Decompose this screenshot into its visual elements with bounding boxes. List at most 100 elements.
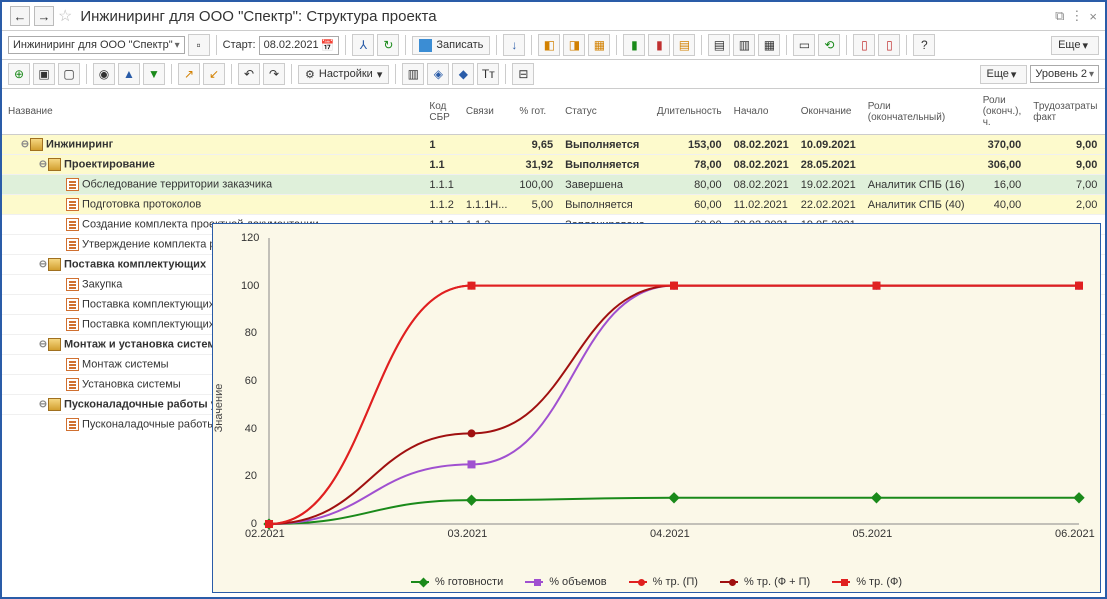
row-name: Пусконаладочные работы bbox=[82, 418, 215, 430]
options-icon[interactable]: ⋮ bbox=[1070, 8, 1083, 24]
list-icon[interactable]: ▤ bbox=[673, 34, 695, 56]
expand-toggle[interactable]: ⊖ bbox=[20, 139, 30, 150]
legend-item[interactable]: % тр. (П) bbox=[629, 576, 698, 588]
doc3-icon[interactable]: ▦ bbox=[758, 34, 780, 56]
col-end[interactable]: Окончание bbox=[795, 89, 862, 135]
task-icon bbox=[66, 318, 79, 331]
hierarchy-icon[interactable]: ⅄ bbox=[352, 34, 374, 56]
col-name[interactable]: Название bbox=[2, 89, 423, 135]
level-combo[interactable]: Уровень 2 ▾ bbox=[1030, 65, 1099, 83]
secondary-toolbar: ⊕ ▣ ▢ ◉ ▲ ▼ ↗ ↙ ↶ ↷ ⚙ Настройки ▾ ▥ ◈ ◆ … bbox=[2, 60, 1105, 89]
row-name: Инжиниринг bbox=[46, 138, 113, 150]
table-header-row: Название Код СБР Связи % гот. Статус Дли… bbox=[2, 89, 1107, 135]
gantt-icon[interactable]: ▭ bbox=[793, 34, 815, 56]
y-tick: 60 bbox=[241, 375, 257, 387]
legend-item[interactable]: % тр. (Ф + П) bbox=[720, 576, 810, 588]
col-roles-h[interactable]: Роли (оконч.), ч. bbox=[977, 89, 1028, 135]
legend-item[interactable]: % объемов bbox=[525, 576, 606, 588]
add-button[interactable]: ⊕ bbox=[8, 63, 30, 85]
chevron-down-icon: ▾ bbox=[175, 40, 180, 51]
floppy-icon bbox=[419, 39, 432, 52]
col-labor[interactable]: Трудозатраты факт bbox=[1027, 89, 1103, 135]
project-combo-value: Инжиниринг для ООО "Спектр" bbox=[13, 39, 173, 51]
pdf2-icon[interactable]: ▯ bbox=[878, 34, 900, 56]
table-row[interactable]: ⊖Инжиниринг19,65Выполняется153,0008.02.2… bbox=[2, 135, 1107, 155]
expand-toggle[interactable]: ⊖ bbox=[38, 159, 48, 170]
help-icon[interactable]: ? bbox=[913, 34, 935, 56]
close-icon[interactable]: × bbox=[1089, 9, 1097, 24]
refresh-icon[interactable]: ↻ bbox=[377, 34, 399, 56]
more-button[interactable]: Еще ▾ bbox=[1051, 36, 1099, 55]
link-icon[interactable]: ◉ bbox=[93, 63, 115, 85]
expand-toggle[interactable]: ⊖ bbox=[38, 259, 48, 270]
copy-icon[interactable]: ▢ bbox=[58, 63, 80, 85]
forward-button[interactable]: → bbox=[34, 6, 54, 26]
add-folder-icon[interactable]: ▣ bbox=[33, 63, 55, 85]
export-icon[interactable]: ↗ bbox=[178, 63, 200, 85]
pdf-icon[interactable]: ▯ bbox=[853, 34, 875, 56]
task-icon bbox=[66, 378, 79, 391]
page-title: Инжиниринг для ООО "Спектр": Структура п… bbox=[80, 8, 436, 25]
import-icon[interactable]: ↙ bbox=[203, 63, 225, 85]
more-label: Еще bbox=[1058, 39, 1080, 51]
col-status[interactable]: Статус bbox=[559, 89, 651, 135]
y-tick: 120 bbox=[241, 232, 257, 244]
doc2-icon[interactable]: ▥ bbox=[733, 34, 755, 56]
flag-green-icon[interactable]: ▮ bbox=[623, 34, 645, 56]
more-button-2[interactable]: Еще ▾ bbox=[980, 65, 1028, 84]
main-toolbar: Инжиниринг для ООО "Спектр" ▾ ▫ Старт: 0… bbox=[2, 31, 1105, 60]
back-button[interactable]: ← bbox=[10, 6, 30, 26]
tree3-icon[interactable]: ▦ bbox=[588, 34, 610, 56]
redo-icon[interactable]: ↷ bbox=[263, 63, 285, 85]
proj-icon bbox=[30, 138, 43, 151]
table-row[interactable]: Подготовка протоколов1.1.21.1.1Н...5,00В… bbox=[2, 195, 1107, 215]
y-tick: 80 bbox=[241, 327, 257, 339]
task-icon bbox=[66, 278, 79, 291]
legend-item[interactable]: % готовности bbox=[411, 576, 503, 588]
gear-icon: ⚙ bbox=[305, 68, 315, 81]
save-button[interactable]: Записать bbox=[412, 36, 490, 55]
filter1-icon[interactable]: ▥ bbox=[402, 63, 424, 85]
undo-icon[interactable]: ↶ bbox=[238, 63, 260, 85]
tree1-icon[interactable]: ◧ bbox=[538, 34, 560, 56]
col-dur[interactable]: Длительность bbox=[651, 89, 728, 135]
task-icon bbox=[66, 178, 79, 191]
flag-red-icon[interactable]: ▮ bbox=[648, 34, 670, 56]
legend-label: % тр. (Ф + П) bbox=[744, 576, 810, 588]
legend-item[interactable]: % тр. (Ф) bbox=[832, 576, 902, 588]
table-row[interactable]: ⊖Проектирование1.131,92Выполняется78,000… bbox=[2, 155, 1107, 175]
down-arrow-icon[interactable]: ↓ bbox=[503, 34, 525, 56]
down-icon[interactable]: ▼ bbox=[143, 63, 165, 85]
col-start[interactable]: Начало bbox=[728, 89, 795, 135]
settings-button[interactable]: ⚙ Настройки ▾ bbox=[298, 65, 389, 84]
tree2-icon[interactable]: ◨ bbox=[563, 34, 585, 56]
text-icon[interactable]: Tт bbox=[477, 63, 499, 85]
col-roles-final[interactable]: Роли (окончательный) bbox=[862, 89, 977, 135]
row-name: Монтаж системы bbox=[82, 358, 169, 370]
more-label-2: Еще bbox=[987, 68, 1009, 80]
window-header: ← → ☆ Инжиниринг для ООО "Спектр": Струк… bbox=[2, 2, 1105, 31]
chevron-down-icon: ▾ bbox=[377, 68, 383, 81]
up-icon[interactable]: ▲ bbox=[118, 63, 140, 85]
open-button[interactable]: ▫ bbox=[188, 34, 210, 56]
col-optype[interactable]: Вид операц bbox=[1103, 89, 1107, 135]
expand-toggle[interactable]: ⊖ bbox=[38, 339, 48, 350]
favorite-icon[interactable]: ☆ bbox=[58, 6, 72, 26]
filter2-icon[interactable]: ◈ bbox=[427, 63, 449, 85]
row-name: Установка системы bbox=[82, 378, 181, 390]
doc1-icon[interactable]: ▤ bbox=[708, 34, 730, 56]
collapse-icon[interactable]: ⊟ bbox=[512, 63, 534, 85]
col-wbs[interactable]: Код СБР bbox=[423, 89, 459, 135]
row-name: Подготовка протоколов bbox=[82, 198, 201, 210]
filter3-icon[interactable]: ◆ bbox=[452, 63, 474, 85]
detach-icon[interactable]: ⧉ bbox=[1055, 8, 1064, 24]
col-pct[interactable]: % гот. bbox=[513, 89, 559, 135]
row-name: Обследование территории заказчика bbox=[82, 178, 272, 190]
project-combo[interactable]: Инжиниринг для ООО "Спектр" ▾ bbox=[8, 36, 185, 54]
cycle-icon[interactable]: ⟲ bbox=[818, 34, 840, 56]
col-links[interactable]: Связи bbox=[460, 89, 514, 135]
table-row[interactable]: Обследование территории заказчика1.1.110… bbox=[2, 175, 1107, 195]
start-date-field[interactable]: 08.02.2021 📅 bbox=[259, 36, 340, 55]
expand-toggle[interactable]: ⊖ bbox=[38, 399, 48, 410]
legend-label: % объемов bbox=[549, 576, 606, 588]
